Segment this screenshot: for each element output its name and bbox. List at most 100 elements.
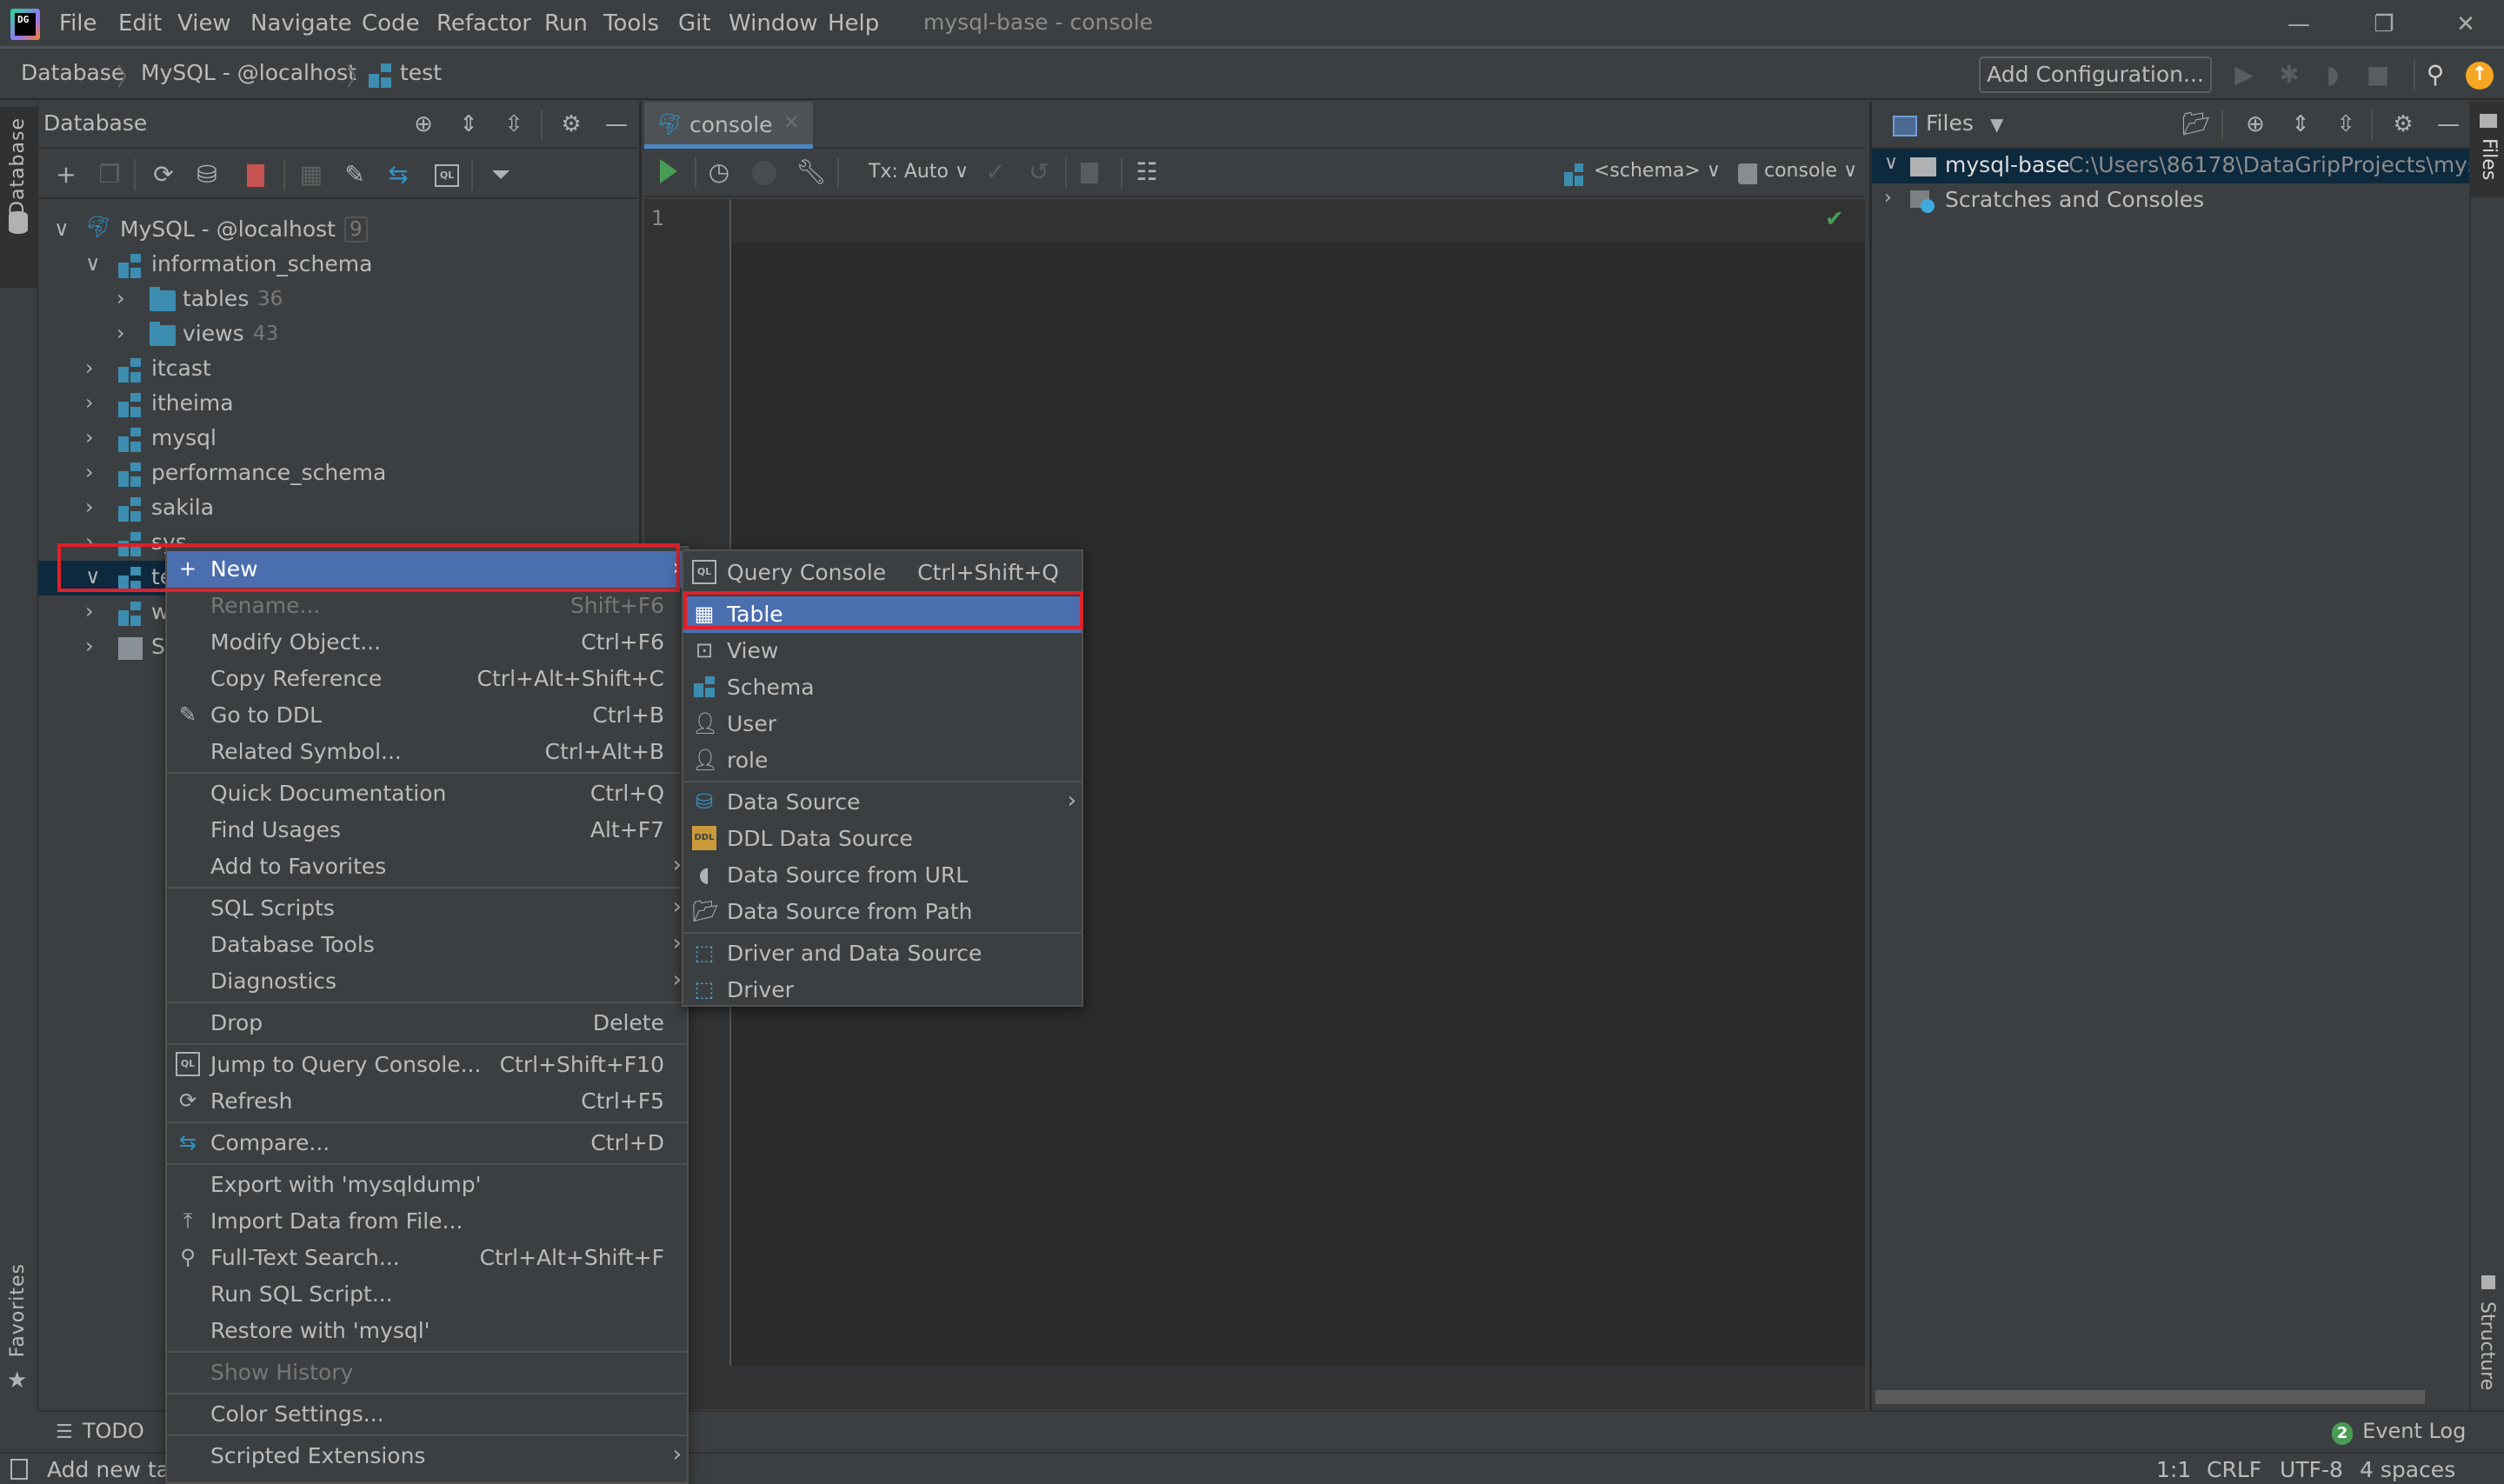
menu-item-table[interactable]: ▦ Table (683, 596, 1082, 633)
menu-item-driver-and-data-source[interactable]: ⬚ Driver and Data Source (683, 935, 1082, 972)
chevron-right-icon[interactable]: › (85, 390, 94, 415)
update-icon[interactable]: ↑ (2466, 62, 2494, 90)
history-icon[interactable]: ◷ (703, 156, 735, 188)
tree-item[interactable]: › itheima (38, 387, 642, 422)
menu-run[interactable]: Run (544, 10, 588, 37)
menu-item-schema[interactable]: Schema (683, 669, 1082, 706)
filter-icon[interactable]: ⏷ (485, 159, 516, 190)
close-button[interactable]: ✕ (2440, 7, 2492, 42)
menu-item-user[interactable]: 👤︎ User (683, 706, 1082, 742)
settings-wrench-icon[interactable]: 🔧︎ (796, 156, 827, 188)
chevron-right-icon[interactable]: › (117, 321, 125, 345)
tree-item[interactable]: › tables 36 (38, 283, 642, 317)
menu-item-show-history[interactable]: Show History (167, 1354, 687, 1391)
hide-icon[interactable]: — (2434, 110, 2463, 139)
caret-position[interactable]: 1:1 (2156, 1457, 2191, 1482)
files-panel-title[interactable]: Files (1926, 110, 1974, 136)
expand-all-icon[interactable]: ⇕ (454, 110, 483, 139)
chevron-right-icon[interactable]: › (85, 599, 94, 623)
menu-item-new[interactable]: + New › (167, 551, 687, 588)
menu-item-color-settings[interactable]: Color Settings... (167, 1396, 687, 1433)
menu-item-data-source-from-path[interactable]: 📂︎ Data Source from Path (683, 894, 1082, 930)
collapse-all-icon[interactable]: ⇳ (2331, 110, 2361, 139)
menu-item-diagnostics[interactable]: Diagnostics › (167, 963, 687, 1000)
menu-item-ddl-data-source[interactable]: DDL DDL Data Source (683, 821, 1082, 857)
chevron-right-icon[interactable]: › (85, 356, 94, 380)
menu-item-go-to-ddl[interactable]: ✎ Go to DDL Ctrl+B (167, 697, 687, 734)
structure-tool-button[interactable]: Structure (2471, 1275, 2504, 1414)
tree-item[interactable]: › performance_schema (38, 456, 642, 491)
restore-button[interactable]: ❐ (2358, 7, 2410, 42)
menu-item-query-console[interactable]: QL Query Console Ctrl+Shift+Q (683, 555, 1082, 591)
gear-icon[interactable]: ⚙ (2388, 110, 2418, 139)
table-icon[interactable]: ▦ (296, 159, 327, 190)
breadcrumb-connection[interactable]: MySQL - @localhost (141, 60, 356, 85)
event-log-button[interactable]: 2 Event Log (2332, 1419, 2466, 1445)
breadcrumb-database[interactable]: Database (21, 60, 124, 85)
chevron-right-icon[interactable]: › (117, 286, 125, 310)
chevron-right-icon[interactable]: › (85, 425, 94, 449)
chevron-right-icon[interactable]: › (85, 529, 94, 554)
menu-view[interactable]: View (177, 10, 231, 37)
favorites-tool-button[interactable]: Favorites ★ (0, 1263, 37, 1394)
menu-item-drop[interactable]: Drop Delete (167, 1005, 687, 1041)
tab-console[interactable]: 🐬︎ console ✕ (644, 102, 813, 149)
menu-edit[interactable]: Edit (118, 10, 162, 37)
add-configuration-button[interactable]: Add Configuration... (1979, 57, 2212, 93)
menu-item-find-usages[interactable]: Find Usages Alt+F7 (167, 812, 687, 848)
menu-item-full-text-search[interactable]: ⚲ Full-Text Search... Ctrl+Alt+Shift+F (167, 1240, 687, 1276)
chevron-down-icon[interactable]: ∨ (85, 251, 101, 276)
execute-icon[interactable] (660, 159, 677, 183)
dropdown-triangle-icon[interactable]: ▼ (1990, 114, 2003, 135)
add-icon[interactable]: + (50, 159, 82, 190)
files-tool-button[interactable]: Files (2471, 102, 2504, 197)
menu-item-data-source[interactable]: ⛁ Data Source › (683, 784, 1082, 821)
locate-icon[interactable]: ⊕ (2241, 110, 2270, 139)
duplicate-icon[interactable]: ❐ (94, 159, 125, 190)
stop-icon[interactable] (247, 164, 264, 187)
menu-item-export-with-mysqldump[interactable]: Export with 'mysqldump' (167, 1167, 687, 1203)
chevron-down-icon[interactable]: ∨ (1884, 152, 1898, 174)
debug-icon[interactable]: ✱ (2274, 60, 2304, 90)
menu-item-refresh[interactable]: ⟳ Refresh Ctrl+F5 (167, 1083, 687, 1120)
menu-code[interactable]: Code (362, 10, 420, 37)
minimize-button[interactable]: — (2273, 7, 2325, 42)
compare-icon[interactable]: ⇆ (383, 159, 414, 190)
line-ending[interactable]: CRLF (2207, 1457, 2261, 1482)
menu-item-restore-with-mysql[interactable]: Restore with 'mysql' (167, 1313, 687, 1349)
menu-item-database-tools[interactable]: Database Tools › (167, 927, 687, 963)
tree-item[interactable]: › mysql (38, 422, 642, 456)
coverage-icon[interactable]: ◗ (2318, 60, 2348, 90)
tree-item[interactable]: › sakila (38, 491, 642, 526)
refresh-icon[interactable]: ⟳ (148, 159, 179, 190)
chevron-right-icon[interactable]: › (85, 495, 94, 519)
chevron-right-icon[interactable]: › (85, 634, 94, 658)
edit-icon[interactable]: ✎ (339, 159, 370, 190)
output-format-icon[interactable]: ☷ (1131, 156, 1162, 188)
tree-item[interactable]: ∨ 🐬︎ MySQL - @localhost 9 (38, 213, 642, 248)
rollback-icon[interactable]: ↺ (1023, 156, 1055, 188)
menu-item-driver[interactable]: ⬚ Driver (683, 972, 1082, 1008)
chevron-down-icon[interactable]: ∨ (54, 216, 70, 241)
run-icon[interactable]: ▶ (2229, 60, 2259, 90)
menu-item-related-symbol[interactable]: Related Symbol... Ctrl+Alt+B (167, 734, 687, 770)
hide-icon[interactable]: — (602, 110, 631, 139)
tree-item[interactable]: › itcast (38, 352, 642, 387)
tree-item[interactable]: › views 43 (38, 317, 642, 352)
menu-item-modify-object[interactable]: Modify Object... Ctrl+F6 (167, 624, 687, 661)
search-everywhere-icon[interactable]: ⚲ (2421, 60, 2450, 90)
gear-icon[interactable]: ⚙ (556, 110, 586, 139)
menu-item-scripted-extensions[interactable]: Scripted Extensions › (167, 1438, 687, 1474)
cancel-query-icon[interactable] (1081, 163, 1098, 183)
menu-item-import-data-from-file[interactable]: ⤒ Import Data from File... (167, 1203, 687, 1240)
chevron-down-icon[interactable]: ∨ (85, 564, 101, 589)
tool-windows-icon[interactable] (10, 1459, 28, 1480)
menu-help[interactable]: Help (828, 10, 879, 37)
menu-refactor[interactable]: Refactor (436, 10, 531, 37)
menu-item-sql-scripts[interactable]: SQL Scripts › (167, 890, 687, 927)
menu-item-jump-to-query-console[interactable]: QL Jump to Query Console... Ctrl+Shift+F10 (167, 1047, 687, 1083)
horizontal-scrollbar[interactable] (1875, 1390, 2425, 1404)
stop-icon[interactable]: ■ (2363, 60, 2393, 90)
file-encoding[interactable]: UTF-8 (2280, 1457, 2343, 1482)
menu-window[interactable]: Window (729, 10, 818, 37)
